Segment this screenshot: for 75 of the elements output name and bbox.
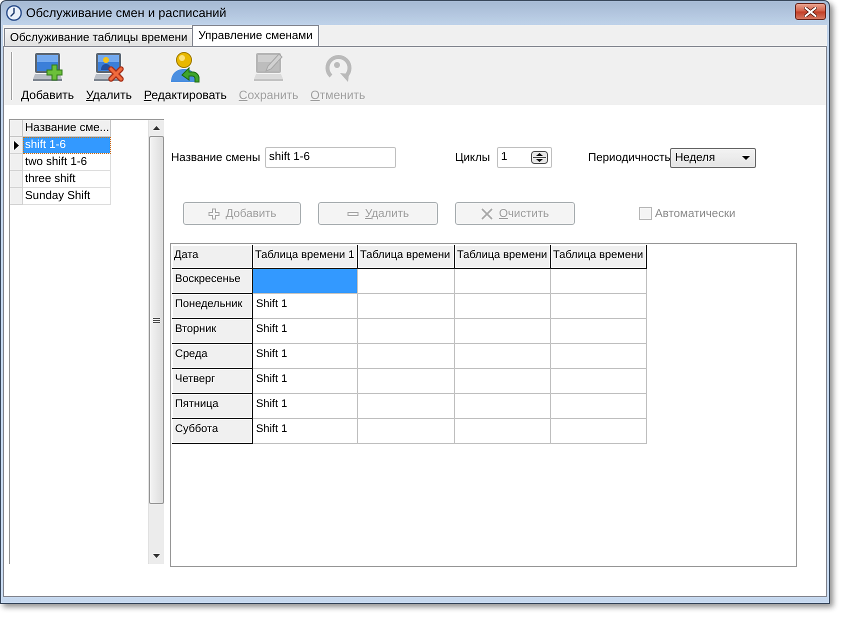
table-cell[interactable] (358, 419, 455, 444)
table-cell[interactable] (358, 344, 455, 369)
table-cell[interactable]: Shift 1 (253, 394, 358, 419)
delete-button[interactable]: Удалить (84, 50, 134, 102)
close-icon (804, 6, 817, 16)
row-header[interactable]: Понедельник (172, 294, 253, 319)
column-header[interactable]: Таблица времени (358, 245, 455, 269)
arrow-down-icon (153, 554, 160, 558)
cycles-spin-field[interactable]: 1 (497, 147, 552, 168)
header-corner (10, 120, 23, 137)
table-cell[interactable]: Shift 1 (253, 344, 358, 369)
row-header[interactable]: Суббота (172, 419, 253, 444)
field-label: Периодичность (588, 152, 670, 164)
list-cell[interactable]: Sunday Shift (23, 188, 111, 205)
table-cell[interactable] (455, 419, 551, 444)
arrow-up-icon (153, 126, 160, 130)
list-cell[interactable]: three shift (23, 171, 111, 188)
monitor-pencil-icon (252, 50, 285, 82)
table-cell[interactable] (455, 369, 551, 394)
caret-icon (742, 156, 750, 160)
row-header[interactable] (10, 137, 23, 154)
column-header[interactable]: Название сме... (23, 120, 111, 137)
table-cell[interactable] (551, 269, 647, 294)
window-title: Обслуживание смен и расписаний (26, 6, 228, 20)
close-button[interactable] (795, 3, 826, 20)
table-cell[interactable] (551, 344, 647, 369)
shift-name-field[interactable]: shift 1-6 (265, 147, 396, 168)
row-header[interactable]: Среда (172, 344, 253, 369)
row-header[interactable]: Воскресенье (172, 269, 253, 294)
spin-arrows-icon (531, 151, 548, 164)
add-button[interactable]: Добавить (19, 50, 76, 102)
table-cell[interactable] (358, 269, 455, 294)
column-header[interactable]: Дата (172, 245, 253, 269)
row-header[interactable]: Пятница (172, 394, 253, 419)
table-cell[interactable] (455, 394, 551, 419)
field-label: Название смены (171, 152, 262, 164)
table-cell[interactable] (455, 269, 551, 294)
table-cell[interactable] (551, 294, 647, 319)
grip-icon (153, 318, 160, 322)
table-cell[interactable] (551, 369, 647, 394)
table-cell[interactable]: Shift 1 (253, 294, 358, 319)
table-cell[interactable] (358, 294, 455, 319)
table-cell[interactable]: Shift 1 (253, 419, 358, 444)
tab[interactable]: Управление сменами (192, 25, 319, 46)
monitor-x-icon (92, 50, 125, 82)
tab[interactable]: Обслуживание таблицы времени (4, 28, 194, 46)
row-header[interactable]: Четверг (172, 369, 253, 394)
column-header[interactable]: Таблица времени (551, 245, 647, 269)
user-arrow-icon (169, 50, 202, 82)
current-row-icon (14, 140, 18, 150)
table-cell[interactable] (253, 269, 358, 294)
column-header[interactable]: Таблица времени 1 (253, 245, 358, 269)
table-cell[interactable] (551, 319, 647, 344)
table-cell[interactable] (551, 419, 647, 444)
table-cell[interactable] (358, 369, 455, 394)
scrollbar-thumb[interactable] (149, 136, 164, 504)
cross-icon (480, 208, 493, 220)
period-dropdown[interactable]: Неделя (670, 148, 756, 168)
table-cell[interactable] (358, 319, 455, 344)
field-label: Циклы (455, 152, 492, 164)
table-cell[interactable]: Shift 1 (253, 369, 358, 394)
table-cell[interactable] (455, 294, 551, 319)
table-cell[interactable] (551, 394, 647, 419)
table-cell[interactable] (455, 344, 551, 369)
plus-icon (208, 208, 220, 220)
list-cell[interactable]: two shift 1-6 (23, 154, 111, 171)
table-cell[interactable]: Shift 1 (253, 319, 358, 344)
monitor-plus-icon (32, 50, 64, 82)
row-header[interactable]: Вторник (172, 319, 253, 344)
checkbox-label: Автоматически (655, 208, 736, 220)
table-cell[interactable] (455, 319, 551, 344)
column-header[interactable]: Таблица времени (455, 245, 551, 269)
clock-icon (6, 5, 22, 21)
table-cell[interactable] (358, 394, 455, 419)
edit-button[interactable]: Редактировать (142, 50, 229, 102)
